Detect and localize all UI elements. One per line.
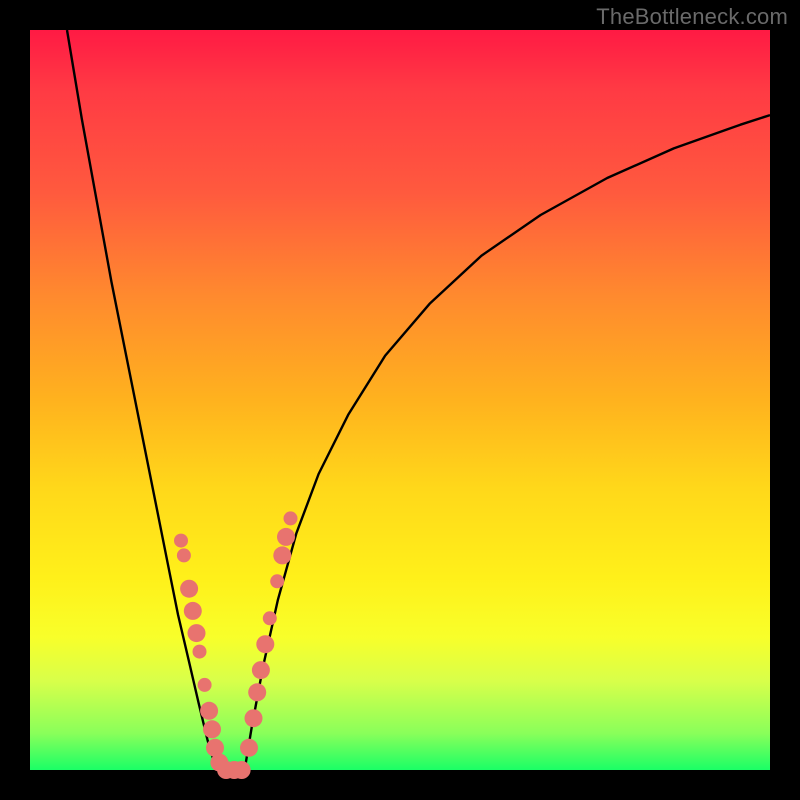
plot-area [30,30,770,770]
data-marker [252,661,270,679]
data-marker [245,709,263,727]
curve-group [67,30,770,770]
data-marker [284,511,298,525]
chart-svg [30,30,770,770]
data-marker [263,611,277,625]
data-marker [200,702,218,720]
marker-group [174,511,298,779]
watermark-text: TheBottleneck.com [596,4,788,30]
data-marker [277,528,295,546]
data-marker [198,678,212,692]
bottleneck-curve [67,30,770,770]
data-marker [177,548,191,562]
data-marker [184,602,202,620]
data-marker [193,645,207,659]
data-marker [270,574,284,588]
data-marker [203,720,221,738]
data-marker [240,739,258,757]
data-marker [233,761,251,779]
data-marker [180,580,198,598]
data-marker [256,635,274,653]
data-marker [273,546,291,564]
data-marker [188,624,206,642]
data-marker [248,683,266,701]
data-marker [174,534,188,548]
chart-frame: TheBottleneck.com [0,0,800,800]
